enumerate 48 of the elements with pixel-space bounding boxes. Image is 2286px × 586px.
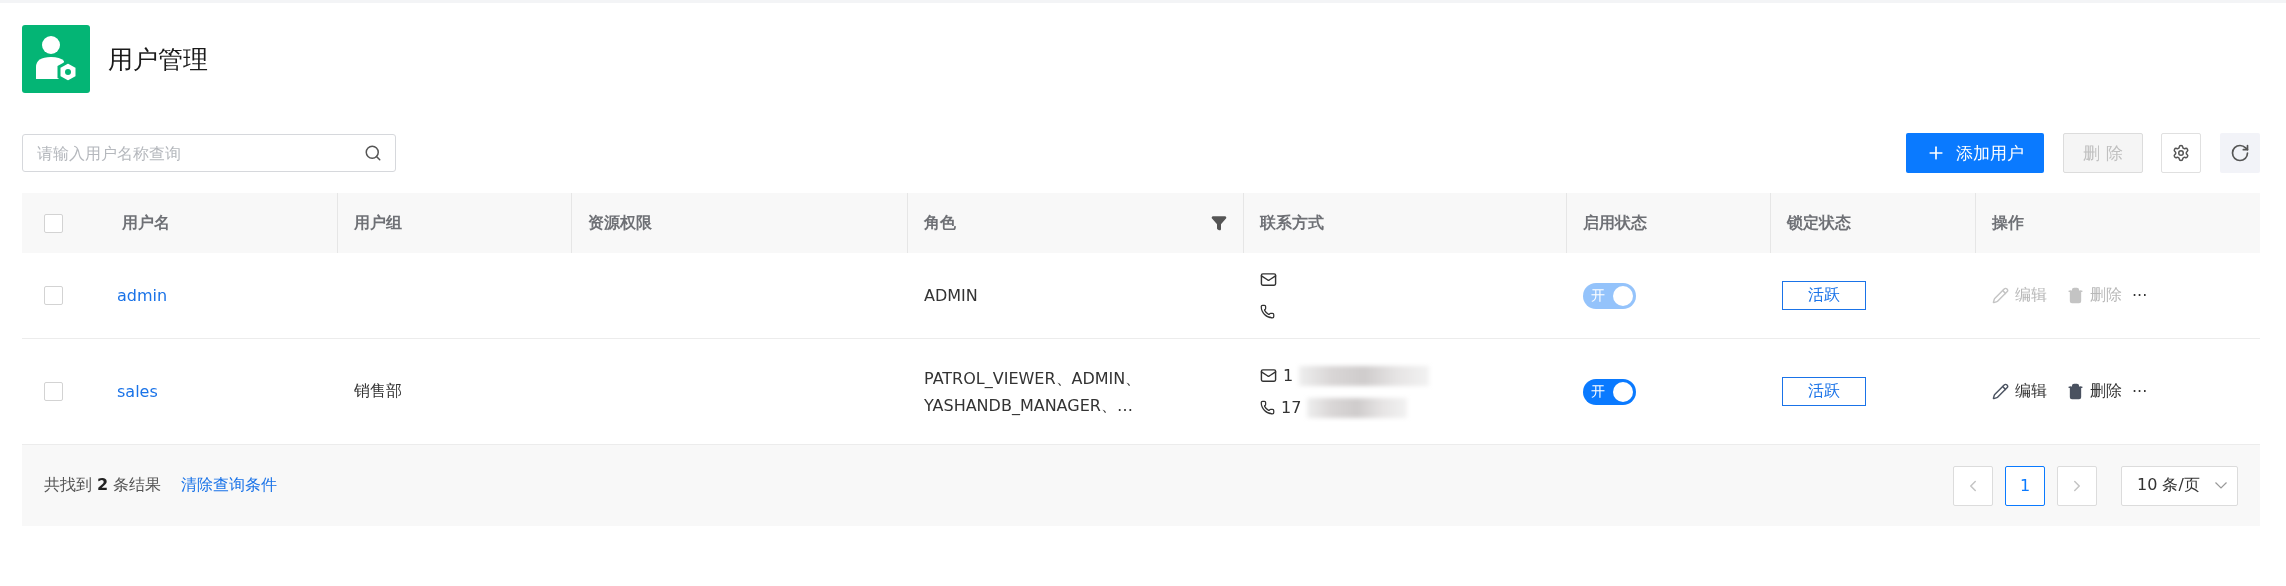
- search-field[interactable]: 请输入用户名称查询: [22, 134, 396, 172]
- result-count-text: 共找到 2 条结果: [44, 475, 162, 496]
- column-header: 用户组: [354, 212, 402, 234]
- phone-icon: [1260, 304, 1275, 319]
- more-button[interactable]: ···: [2132, 382, 2148, 401]
- column-header: 操作: [1992, 212, 2024, 234]
- pencil-icon: [1992, 287, 2009, 304]
- trash-icon: [2067, 383, 2084, 400]
- filter-icon[interactable]: [1211, 215, 1227, 231]
- search-icon: [364, 144, 382, 162]
- username-link[interactable]: sales: [117, 382, 158, 401]
- refresh-button[interactable]: [2220, 133, 2260, 173]
- mail-icon: [1260, 367, 1277, 384]
- user-settings-logo-icon: [22, 25, 90, 93]
- refresh-icon: [2230, 143, 2250, 163]
- status-tag: 活跃: [1782, 377, 1866, 406]
- phone-icon: [1260, 400, 1275, 415]
- clear-filters-link[interactable]: 清除查询条件: [181, 475, 278, 496]
- mail-icon: [1260, 271, 1277, 288]
- column-header: 用户名: [122, 212, 170, 234]
- enable-switch[interactable]: 开: [1583, 378, 1636, 405]
- select-all-checkbox[interactable]: [44, 213, 63, 233]
- settings-button[interactable]: [2161, 133, 2201, 173]
- more-button[interactable]: ···: [2132, 286, 2148, 305]
- status-tag: 活跃: [1782, 281, 1866, 310]
- settings-icon: [2172, 144, 2190, 162]
- page-number-button[interactable]: 1: [2005, 465, 2045, 506]
- trash-icon: [2067, 287, 2084, 304]
- username-link[interactable]: admin: [117, 286, 168, 305]
- column-header: 联系方式: [1260, 212, 1324, 234]
- phone-text: 17: [1281, 398, 1302, 417]
- column-header: 启用状态: [1583, 212, 1647, 234]
- email-text: 1: [1283, 366, 1294, 385]
- page-title: 用户管理: [108, 43, 208, 76]
- chevron-down-icon: [2215, 482, 2227, 489]
- column-header: 资源权限: [588, 212, 652, 234]
- page-size-select[interactable]: 10 条/页: [2121, 465, 2238, 506]
- delete-row-button[interactable]: 删除: [2067, 381, 2122, 402]
- roles-text: ADMIN: [924, 285, 978, 307]
- row-checkbox[interactable]: [44, 286, 63, 305]
- row-checkbox[interactable]: [44, 382, 63, 401]
- add-user-button[interactable]: 添加用户: [1906, 133, 2044, 173]
- edit-button[interactable]: 编辑: [1992, 381, 2047, 402]
- user-group-text: 销售部: [354, 381, 402, 402]
- column-header: 角色: [924, 212, 956, 234]
- pencil-icon: [1992, 383, 2009, 400]
- column-header: 锁定状态: [1787, 212, 1851, 234]
- roles-text: PATROL_VIEWER、ADMIN、 YASHANDB_MANAGER、…: [924, 367, 1142, 417]
